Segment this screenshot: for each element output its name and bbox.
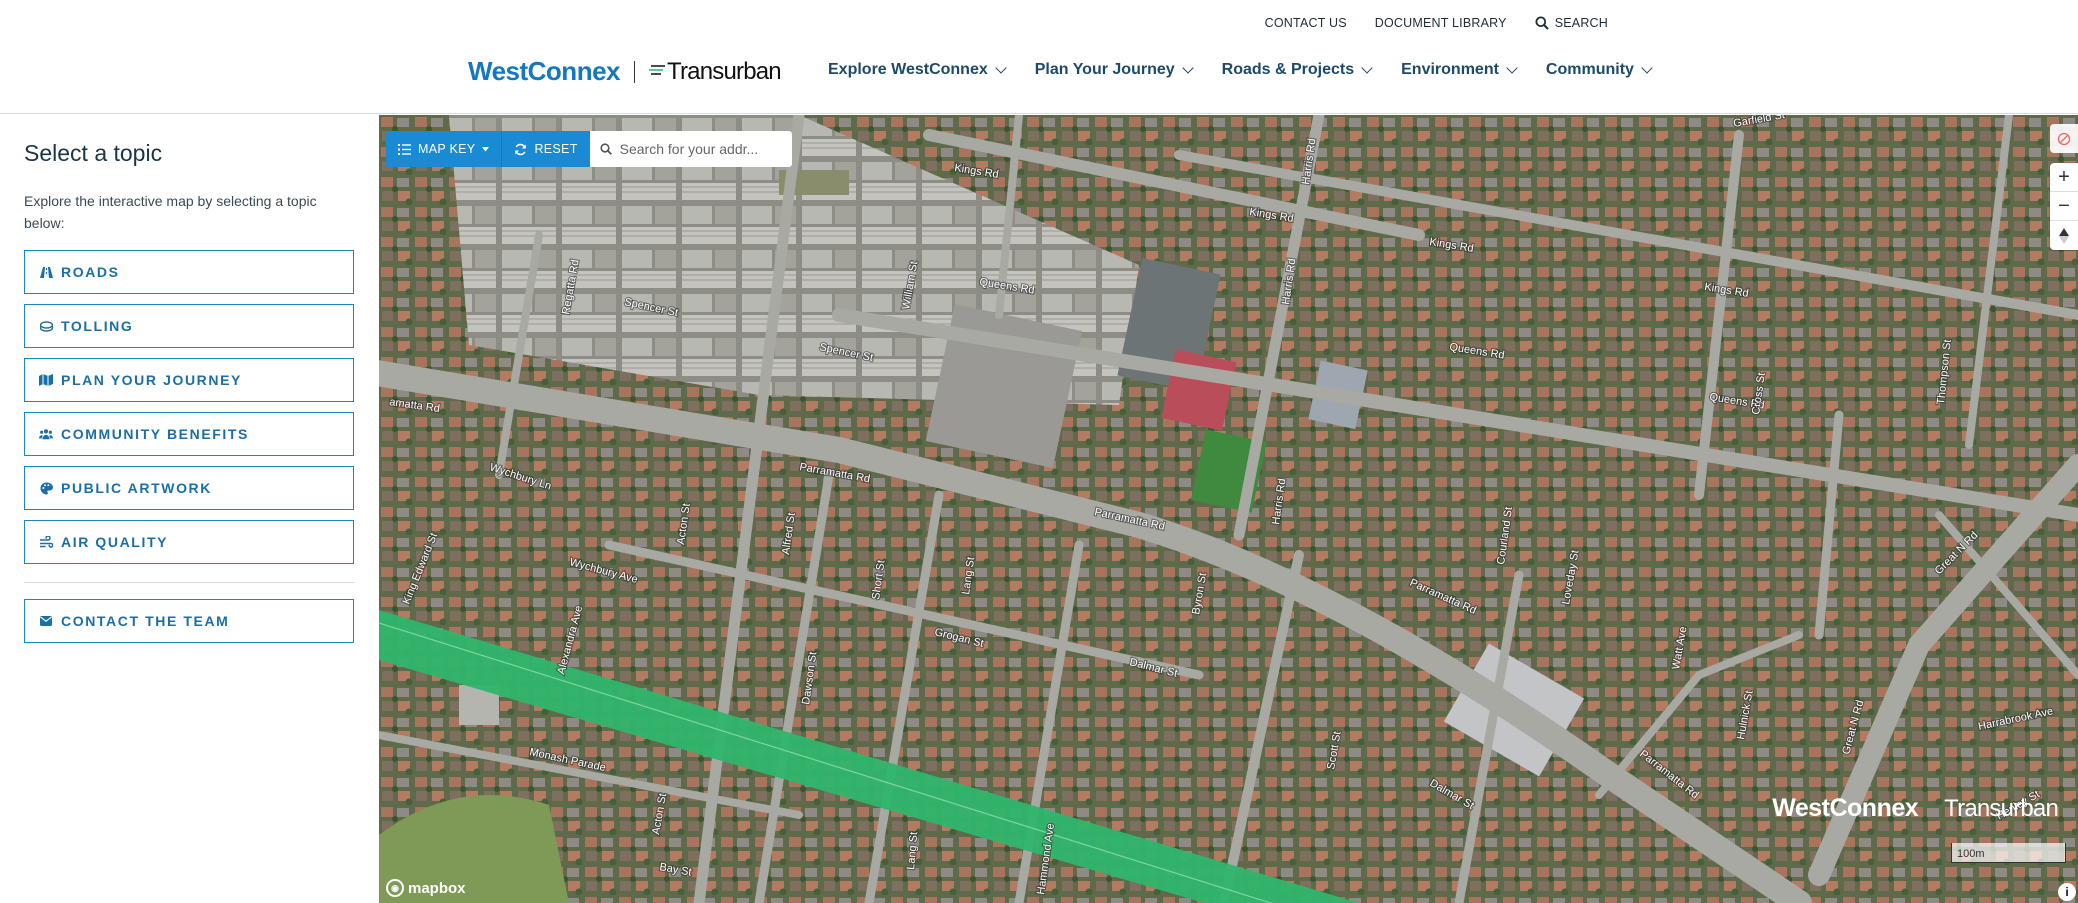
topic-sidebar: Select a topic Explore the interactive m… (0, 115, 379, 903)
site-header: CONTACT US DOCUMENT LIBRARY SEARCH WestC… (0, 0, 2078, 114)
chevron-down-icon (1181, 62, 1194, 74)
map-key-button[interactable]: MAP KEY (386, 131, 502, 167)
westconnex-logo: WestConnex (468, 56, 621, 86)
attribution-info-icon[interactable]: i (2058, 883, 2076, 901)
zoom-in-button[interactable]: + (2050, 163, 2078, 192)
toll-icon (39, 319, 53, 333)
address-search (589, 131, 792, 167)
topic-list: ROADS TOLLING PLAN YOUR JOURNEY COMMUNIT… (24, 250, 355, 564)
compass-button[interactable] (2050, 221, 2078, 250)
envelope-icon (39, 614, 53, 628)
zoom-out-button[interactable]: − (2050, 192, 2078, 221)
refresh-icon (515, 143, 527, 155)
contact-team-label: CONTACT THE TEAM (61, 613, 230, 629)
palette-icon (39, 481, 53, 495)
reset-button[interactable]: RESET (501, 131, 590, 167)
search-label: SEARCH (1554, 16, 1608, 30)
people-icon (39, 427, 53, 441)
topic-label: COMMUNITY BENEFITS (61, 426, 249, 442)
document-library-link[interactable]: DOCUMENT LIBRARY (1375, 16, 1507, 30)
nav-label: Explore WestConnex (828, 61, 988, 78)
transurban-logo: Transurban (649, 57, 782, 86)
contact-team-button[interactable]: CONTACT THE TEAM (24, 599, 354, 643)
nav-label: Roads & Projects (1221, 61, 1355, 78)
map-key-label: MAP KEY (418, 142, 476, 156)
transurban-mark-icon (649, 64, 665, 75)
wind-icon (39, 535, 53, 549)
topic-air-quality-button[interactable]: AIR QUALITY (24, 520, 354, 564)
search-link[interactable]: SEARCH (1535, 16, 1608, 30)
watermark-westconnex: WestConnex (1772, 794, 1919, 822)
compass-icon (2059, 227, 2069, 244)
site-logo[interactable]: WestConnex Transurban (468, 56, 782, 87)
topic-label: PUBLIC ARTWORK (61, 480, 212, 496)
chevron-down-icon (1506, 62, 1518, 74)
sidebar-title: Select a topic (24, 140, 163, 166)
eraser-icon (2057, 132, 2071, 145)
map-scale: 100m (1951, 843, 2066, 863)
caret-down-icon (482, 146, 490, 151)
topic-public-artwork-button[interactable]: PUBLIC ARTWORK (24, 466, 354, 510)
search-icon (1535, 16, 1549, 30)
topic-tolling-button[interactable]: TOLLING (24, 304, 354, 348)
chevron-down-icon (1361, 62, 1373, 74)
nav-explore-westconnex[interactable]: Explore WestConnex (828, 61, 1007, 79)
aerial-imagery[interactable]: Garfield St Kings Rd Kings Rd Kings Rd K… (379, 115, 2078, 903)
topic-label: PLAN YOUR JOURNEY (61, 372, 242, 388)
chevron-down-icon (995, 62, 1007, 74)
nav-community[interactable]: Community (1545, 61, 1653, 79)
topic-community-benefits-button[interactable]: COMMUNITY BENEFITS (24, 412, 354, 456)
address-search-input[interactable] (619, 141, 780, 157)
nav-environment[interactable]: Environment (1401, 61, 1518, 79)
nav-label: Plan Your Journey (1034, 61, 1175, 78)
map-toolbar: MAP KEY RESET (386, 131, 792, 167)
contact-us-link[interactable]: CONTACT US (1265, 16, 1347, 30)
mapbox-icon: ◉ (386, 879, 404, 897)
transurban-wordmark: Transurban (667, 57, 782, 85)
interactive-map[interactable]: Garfield St Kings Rd Kings Rd Kings Rd K… (379, 115, 2078, 903)
logo-divider (634, 60, 635, 83)
topic-roads-button[interactable]: ROADS (24, 250, 354, 294)
topic-plan-journey-button[interactable]: PLAN YOUR JOURNEY (24, 358, 354, 402)
reset-label: RESET (534, 142, 578, 156)
draw-tool-button[interactable] (2050, 124, 2078, 153)
topic-label: ROADS (61, 264, 120, 280)
nav-roads-projects[interactable]: Roads & Projects (1221, 61, 1373, 79)
mapbox-logo[interactable]: ◉ mapbox (386, 879, 466, 897)
watermark-transurban: Transurban (1944, 794, 2059, 822)
mapbox-label: mapbox (408, 879, 466, 897)
map-watermark: WestConnex Transurban (1772, 794, 2059, 823)
map-icon (39, 373, 53, 387)
topic-label: TOLLING (61, 318, 134, 334)
topic-label: AIR QUALITY (61, 534, 169, 550)
nav-plan-your-journey[interactable]: Plan Your Journey (1034, 61, 1194, 79)
nav-label: Community (1545, 61, 1634, 78)
list-icon (398, 143, 411, 155)
search-icon (600, 143, 612, 155)
sidebar-intro: Explore the interactive map by selecting… (24, 193, 317, 231)
main-nav: Explore WestConnex Plan Your Journey Roa… (828, 61, 1653, 79)
nav-label: Environment (1401, 61, 1499, 78)
road-icon (39, 265, 53, 279)
zoom-controls: + − (2050, 163, 2078, 250)
chevron-down-icon (1641, 62, 1653, 74)
utility-links: CONTACT US DOCUMENT LIBRARY SEARCH (1265, 16, 1608, 30)
sidebar-divider (24, 582, 354, 583)
